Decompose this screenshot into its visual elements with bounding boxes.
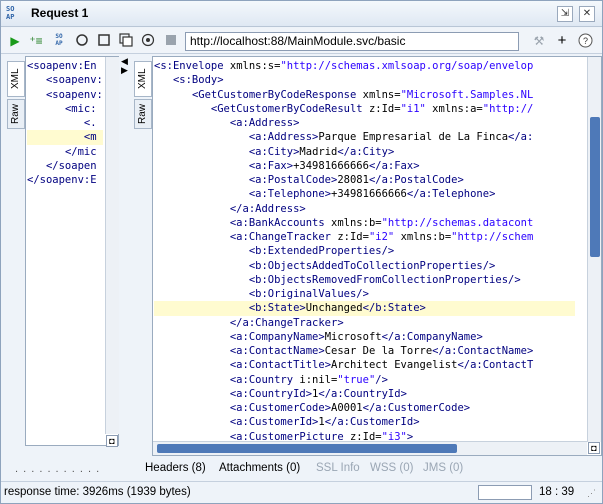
response-code-line: </a:Address> xyxy=(229,202,306,215)
response-code-line: <a:CustomerCode>A0001</a:CustomerCode> xyxy=(229,402,471,414)
response-code-line: <a:Fax>+34981666666</a:Fax> xyxy=(248,159,420,172)
tab-request-raw[interactable]: Raw xyxy=(7,99,25,129)
svg-text:?: ? xyxy=(582,36,587,46)
response-code-line: <a:City>Madrid</a:City> xyxy=(248,145,395,158)
endpoint-url-field[interactable]: http://localhost:88/MainModule.svc/basic xyxy=(185,32,519,51)
response-code-line: <a:Telephone>+34981666666</a:Telephone> xyxy=(248,188,496,201)
resize-grip-icon[interactable]: ⋰ xyxy=(587,488,596,499)
zoom-icon[interactable] xyxy=(74,33,90,49)
tab-response-raw[interactable]: Raw xyxy=(134,99,152,129)
add-assertion-icon[interactable]: ⁺≡ xyxy=(28,33,44,49)
plus-icon[interactable]: + xyxy=(554,33,570,49)
split-square-icon[interactable] xyxy=(96,33,112,49)
response-code-line: </a:ChangeTracker> xyxy=(229,316,344,329)
title-bar: SO AP Request 1 ⇲ ✕ xyxy=(1,1,602,27)
play-icon[interactable]: ▶ xyxy=(7,33,23,49)
response-code-line: <a:ContactTitle>Architect Evangelist</a:… xyxy=(229,359,534,372)
response-code-line: <s:Envelope xmlns:s="http://schemas.xmls… xyxy=(154,60,534,72)
tab-jms[interactable]: JMS (0) xyxy=(423,462,463,474)
response-code-line: <a:CountryId>1</a:CountryId> xyxy=(229,387,407,400)
settings-icon[interactable] xyxy=(140,33,156,49)
soap-icon[interactable]: SO AP xyxy=(51,33,67,49)
soap-icon: SO AP xyxy=(6,5,15,21)
response-vertical-scrollbar[interactable] xyxy=(587,57,601,442)
response-code-line: <a:Country i:nil="true"/> xyxy=(229,373,388,386)
request-corner-icon: ◘ xyxy=(106,435,118,447)
response-code-line: <s:Body> xyxy=(172,74,224,87)
response-code-line: <a:ChangeTracker z:Id="i2" xmlns:b="http… xyxy=(229,231,534,243)
response-horizontal-scrollbar[interactable] xyxy=(153,441,587,455)
request-dots: . . . . . . . . . . . xyxy=(15,463,101,475)
response-time-label: response time: 3926ms (1939 bytes) xyxy=(4,486,191,498)
request-code-line: </mic xyxy=(64,145,97,158)
tab-ssl-info[interactable]: SSL Info xyxy=(316,462,360,474)
request-code-line: <soapenv:En xyxy=(27,60,97,72)
tab-windows-icon[interactable] xyxy=(118,33,134,49)
response-code-line: <b:ObjectsAddedToCollectionProperties/> xyxy=(248,259,496,272)
toolbar: ▶ ⁺≡ SO AP http://localhost:88/MainModule… xyxy=(1,28,602,54)
response-hscroll-thumb[interactable] xyxy=(157,444,457,453)
window-title: Request 1 xyxy=(31,6,89,20)
request-code-line: <mic: xyxy=(64,102,97,115)
response-code-line: <a:Address>Parque Empresarial de La Finc… xyxy=(248,131,534,144)
status-bar: response time: 3926ms (1939 bytes) 18 : … xyxy=(1,481,602,503)
response-code-line: <b:ExtendedProperties/> xyxy=(248,245,395,258)
response-bottom-tabs: Headers (8) Attachments (0) SSL Info WSS… xyxy=(129,459,602,479)
tab-request-xml[interactable]: XML xyxy=(7,61,25,97)
response-code-line: <GetCustomerByCodeResult z:Id="i1" xmlns… xyxy=(210,102,534,115)
detach-icon[interactable]: ⇲ xyxy=(557,6,573,22)
request-window: SO AP Request 1 ⇲ ✕ ▶ ⁺≡ SO AP http://loca… xyxy=(0,0,603,504)
tab-headers[interactable]: Headers (8) xyxy=(145,462,206,474)
response-code-line: <GetCustomerByCodeResponse xmlns="Micros… xyxy=(191,88,534,101)
request-vertical-scrollbar[interactable] xyxy=(105,57,119,434)
close-icon[interactable]: ✕ xyxy=(579,6,595,22)
request-code-line: <m xyxy=(27,130,103,145)
response-code-line: <a:PostalCode>28081</a:PostalCode> xyxy=(248,174,464,186)
tab-wss[interactable]: WSS (0) xyxy=(370,462,413,474)
request-code-line: <. xyxy=(83,117,97,129)
progress-box xyxy=(478,485,532,500)
response-corner-icon: ◘ xyxy=(588,442,600,454)
stop-icon[interactable] xyxy=(163,33,179,49)
response-code-line: <a:CompanyName>Microsoft</a:CompanyName> xyxy=(229,330,483,343)
tab-response-xml[interactable]: XML xyxy=(134,61,152,97)
response-code-line: <a:BankAccounts xmlns:b="http://schemas.… xyxy=(229,216,534,229)
cursor-position: 18 : 39 xyxy=(539,486,575,498)
wrench-icon[interactable]: ⚒ xyxy=(531,33,547,49)
response-code-line: <a:CustomerId>1</a:CustomerId> xyxy=(229,416,420,429)
response-code-line: <b:State>Unchanged</b:State> xyxy=(154,301,575,316)
response-code-line: <a:ContactName>Cesar De la Torre</a:Cont… xyxy=(229,345,534,357)
response-editor[interactable]: <s:Envelope xmlns:s="http://schemas.xmls… xyxy=(152,56,602,456)
response-vscroll-thumb[interactable] xyxy=(590,117,600,257)
request-code-line: </soapenv:E xyxy=(27,174,97,186)
request-code-line: <soapenv: xyxy=(45,88,103,101)
response-code-line: <b:ObjectsRemovedFromCollectionPropertie… xyxy=(248,273,521,286)
request-code-line: </soapen xyxy=(45,159,97,172)
response-code-line: <b:OriginalValues/> xyxy=(248,288,369,300)
help-icon[interactable]: ? xyxy=(577,33,593,49)
tab-attachments[interactable]: Attachments (0) xyxy=(219,462,300,474)
splitter-arrows-icon[interactable]: ◀ ▶ xyxy=(121,57,128,75)
response-code-line: <a:Address> xyxy=(229,117,300,129)
request-code-line: <soapenv: xyxy=(45,74,103,87)
